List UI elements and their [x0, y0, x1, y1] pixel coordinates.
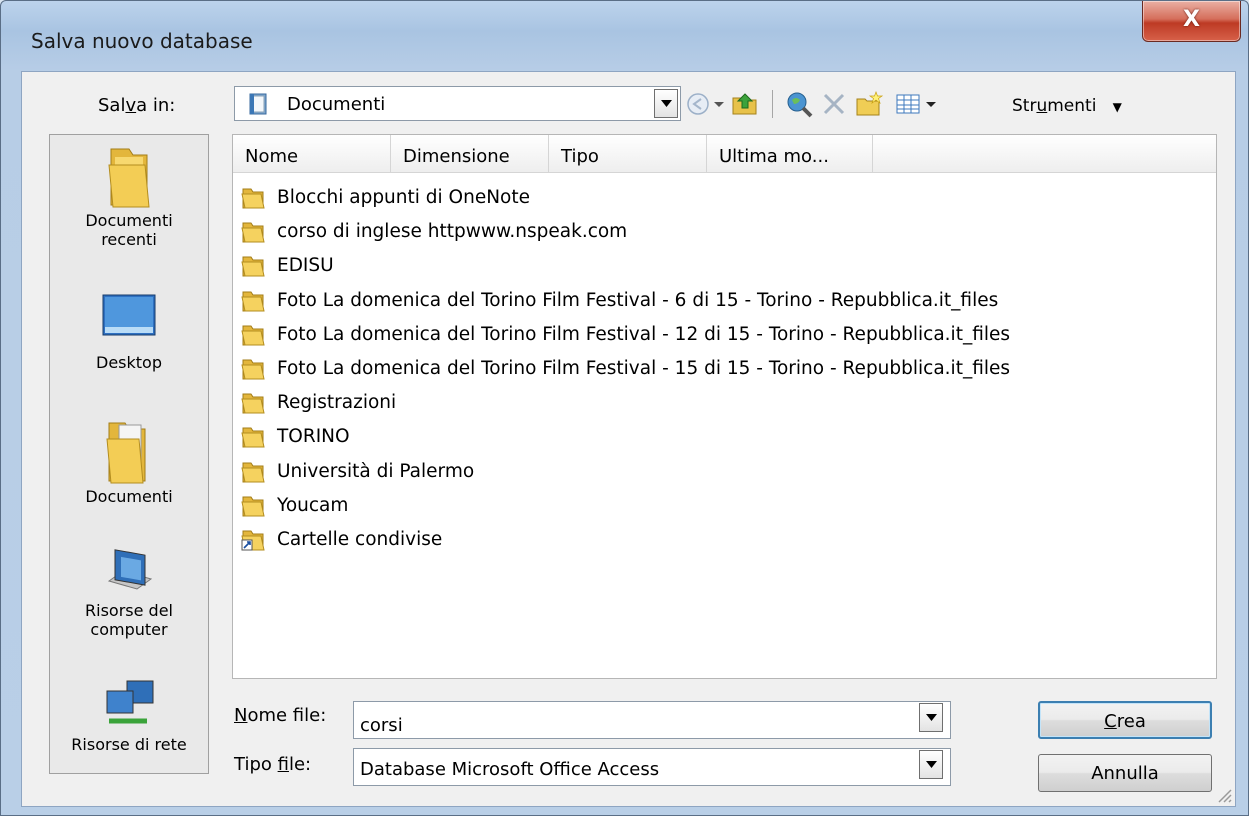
place-network[interactable]: Risorse di rete: [50, 675, 208, 754]
new-folder-icon[interactable]: [855, 90, 883, 118]
file-name: Youcam: [277, 494, 349, 516]
close-button[interactable]: X: [1142, 1, 1241, 42]
file-name: TORINO: [277, 426, 350, 448]
views-icon[interactable]: [894, 90, 922, 118]
save-dialog: Salva nuovo database X Salva in: Documen…: [0, 0, 1249, 816]
file-list[interactable]: Nome Dimensione Tipo Ultima mo... Blocch…: [232, 134, 1217, 679]
file-type-select[interactable]: Database Microsoft Office Access: [353, 748, 951, 786]
file-name: Università di Palermo: [277, 460, 475, 482]
place-desktop[interactable]: Desktop: [50, 289, 208, 372]
file-name: Blocchi appunti di OneNote: [277, 187, 531, 208]
places-bar: Documenti recenti Desktop Documenti Riso…: [49, 134, 209, 774]
dialog-body: Salva in: Documenti Strumenti ▼ Document…: [21, 71, 1236, 807]
views-dropdown-icon[interactable]: [924, 90, 938, 118]
file-name: Foto La domenica del Torino Film Festiva…: [277, 323, 1011, 345]
folder-icon: [241, 291, 265, 312]
folder-icon: [241, 222, 265, 243]
place-label: computer: [90, 620, 168, 639]
place-recent-documents[interactable]: Documenti recenti: [50, 143, 208, 249]
place-computer[interactable]: Risorse del computer: [50, 541, 208, 639]
file-name: Registrazioni: [277, 392, 397, 414]
file-name-input[interactable]: [353, 701, 951, 739]
cancel-button[interactable]: Annulla: [1038, 754, 1212, 792]
close-icon: X: [1183, 7, 1200, 32]
recent-documents-icon: [108, 148, 150, 208]
network-icon: [106, 680, 154, 724]
column-header-modified[interactable]: Ultima mo...: [707, 135, 873, 173]
file-name: corso di inglese httpwww.nspeak.com: [277, 221, 628, 243]
desktop-icon: [102, 294, 156, 336]
folder-icon: [241, 188, 265, 209]
file-type-dropdown[interactable]: [919, 750, 943, 779]
place-label: Documenti: [85, 211, 173, 230]
back-history-arrow-icon[interactable]: [712, 90, 726, 118]
resize-grip-icon[interactable]: [1215, 786, 1233, 804]
documents-icon: [106, 422, 146, 484]
file-name-history-dropdown[interactable]: [919, 703, 943, 732]
search-web-icon[interactable]: [785, 90, 813, 118]
column-header-size[interactable]: Dimensione: [391, 135, 549, 173]
chevron-down-icon: [926, 714, 937, 721]
place-documents[interactable]: Documenti: [50, 415, 208, 506]
folder-icon: [241, 496, 265, 517]
dialog-title: Salva nuovo database: [31, 29, 253, 53]
tools-menu-button[interactable]: Strumenti ▼: [1012, 96, 1122, 116]
place-label: Risorse del: [85, 601, 173, 620]
folder-icon: [241, 427, 265, 448]
documents-folder-icon: [249, 93, 267, 115]
column-header-name[interactable]: Nome: [233, 135, 391, 173]
chevron-down-icon[interactable]: [654, 89, 678, 118]
file-type-value: Database Microsoft Office Access: [360, 759, 660, 780]
place-label: Desktop: [96, 353, 162, 372]
shortcut-folder-icon: [241, 530, 265, 551]
toolbar-separator: [772, 90, 773, 118]
file-name: Foto La domenica del Torino Film Festiva…: [277, 289, 999, 311]
file-name-label: Nome file:: [234, 705, 327, 726]
folder-icon: [241, 393, 265, 414]
place-label: Risorse di rete: [71, 735, 187, 754]
up-folder-icon[interactable]: [731, 90, 759, 118]
column-header-filler: [873, 135, 1216, 173]
folder-icon: [241, 359, 265, 380]
place-label: recenti: [101, 230, 157, 249]
place-label: Documenti: [85, 487, 173, 506]
folder-icon: [241, 256, 265, 277]
save-in-label: Salva in:: [98, 95, 176, 116]
file-name: Foto La domenica del Torino Film Festiva…: [277, 358, 1011, 379]
file-name: EDISU: [277, 255, 334, 277]
folder-icon: [241, 462, 265, 483]
file-name: Cartelle condivise: [277, 529, 443, 550]
location-value: Documenti: [287, 94, 386, 115]
computer-icon: [107, 549, 153, 590]
location-dropdown[interactable]: Documenti: [234, 86, 681, 121]
file-type-label: Tipo file:: [234, 754, 312, 775]
create-button[interactable]: Crea: [1038, 701, 1212, 739]
column-header-type[interactable]: Tipo: [549, 135, 707, 173]
chevron-down-icon: [926, 761, 937, 768]
back-icon[interactable]: [684, 90, 712, 118]
folder-icon: [241, 325, 265, 346]
delete-icon[interactable]: [820, 90, 848, 118]
